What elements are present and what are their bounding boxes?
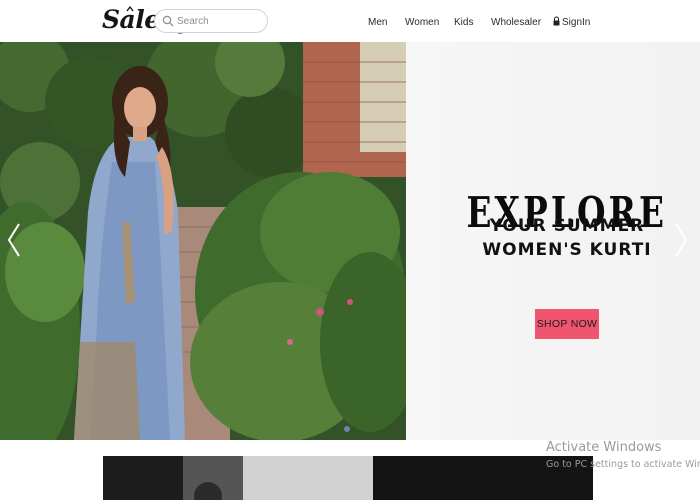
lock-icon bbox=[553, 16, 560, 26]
hero-model-image bbox=[0, 42, 406, 440]
nav-kids[interactable]: Kids bbox=[454, 17, 473, 28]
logo-arrow-icon bbox=[126, 5, 134, 12]
chevron-right-icon[interactable] bbox=[674, 222, 688, 258]
hero-slider: EXPLORE YOUR SUMMER WOMEN'S KURTI SHOP N… bbox=[0, 42, 700, 440]
watermark-subtitle: Go to PC settings to activate Windows. bbox=[546, 459, 700, 470]
search-box[interactable] bbox=[154, 9, 268, 33]
nav-men[interactable]: Men bbox=[368, 17, 387, 28]
watermark-title: Activate Windows bbox=[546, 440, 662, 455]
nav-signin[interactable]: SignIn bbox=[562, 17, 590, 28]
nav-women[interactable]: Women bbox=[405, 17, 439, 28]
slide-indicator-dot[interactable] bbox=[344, 426, 350, 432]
hero-subline-2: WOMEN'S KURTI bbox=[482, 240, 652, 260]
hero-subline-1: YOUR SUMMER bbox=[489, 216, 645, 236]
nav-wholesaler[interactable]: Wholesaler bbox=[491, 17, 541, 28]
search-icon[interactable] bbox=[162, 15, 174, 27]
chevron-left-icon[interactable] bbox=[7, 222, 21, 258]
windows-activation-watermark: Activate Windows Go to PC settings to ac… bbox=[546, 440, 700, 472]
search-input[interactable] bbox=[177, 12, 263, 30]
shop-now-button[interactable]: SHOP NOW bbox=[535, 309, 599, 339]
promo-banner-image[interactable] bbox=[103, 456, 593, 500]
site-header: Saleup Men Women Kids Wholesaler SignIn bbox=[0, 0, 700, 43]
